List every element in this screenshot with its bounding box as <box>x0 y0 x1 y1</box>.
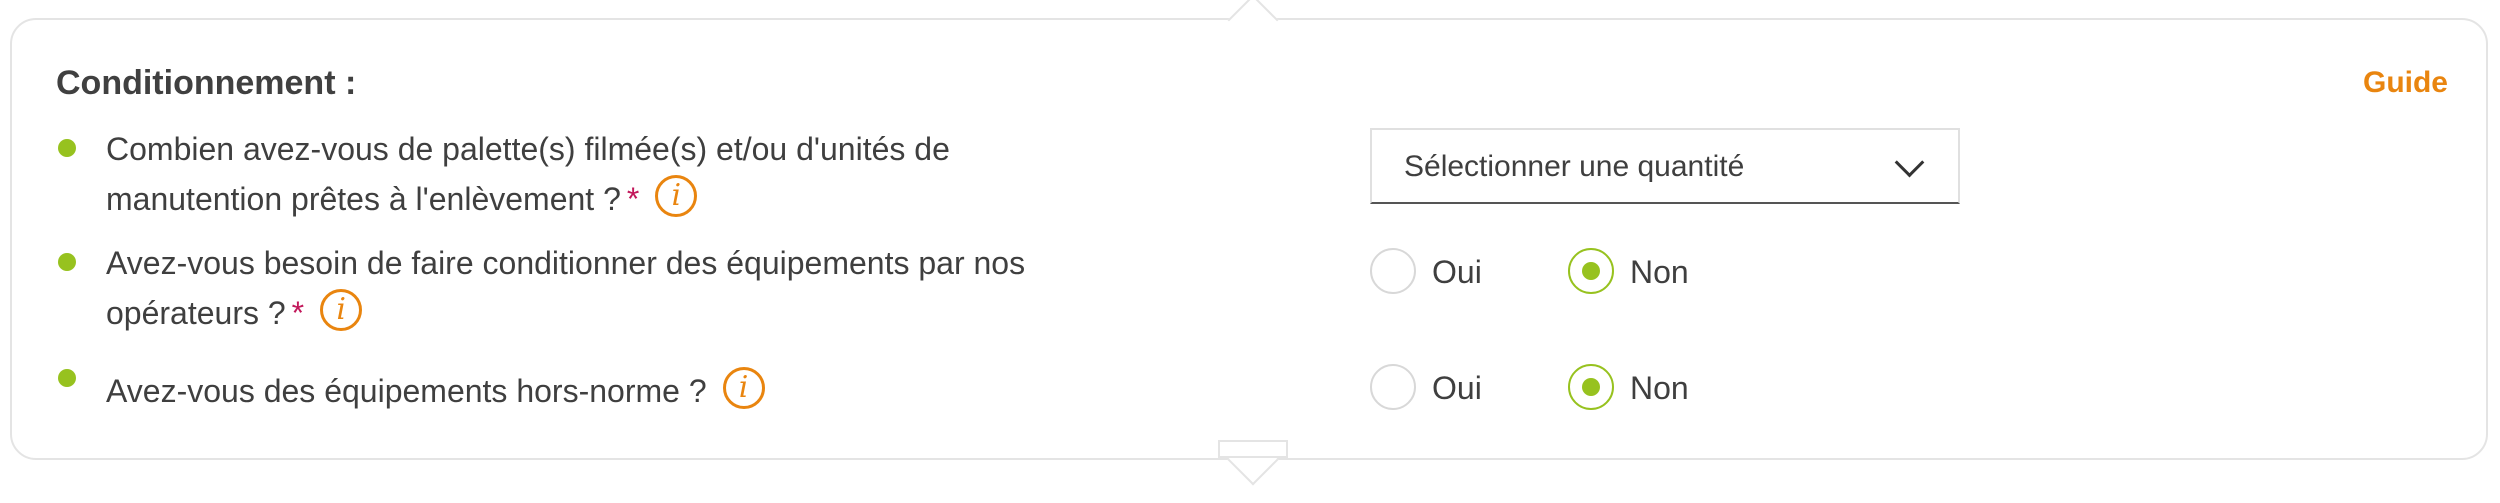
radio-conditionner-oui[interactable] <box>1370 248 1416 294</box>
quantity-select[interactable]: Sélectionner une quantité <box>1370 128 1960 204</box>
info-icon[interactable]: i <box>320 288 363 331</box>
bullet-icon <box>58 253 76 271</box>
chevron-down-icon <box>1894 147 1925 178</box>
required-marker: * <box>626 181 640 217</box>
radio-label-non: Non <box>1630 254 1689 290</box>
notch-cover <box>1218 440 1288 458</box>
radio-label-oui: Oui <box>1432 370 1482 406</box>
question-text: Avez-vous des équipements hors-norme ? <box>106 373 707 409</box>
radio-hors-norme-oui[interactable] <box>1370 364 1416 410</box>
required-marker: * <box>291 295 305 331</box>
question-text: Combien avez-vous de palette(s) filmée(s… <box>106 131 950 167</box>
question-hors-norme: Avez-vous des équipements hors-norme ? i <box>106 366 1106 416</box>
radio-conditionner-non[interactable] <box>1568 248 1614 294</box>
quantity-select-value: Sélectionner une quantité <box>1404 150 1745 183</box>
question-text: manutention prêtes à l'enlèvement ? <box>106 181 621 217</box>
section-title: Conditionnement : <box>56 64 357 102</box>
question-text: opérateurs ? <box>106 295 286 331</box>
radio-label-oui: Oui <box>1432 254 1482 290</box>
radio-selected-dot <box>1582 262 1600 280</box>
guide-link[interactable]: Guide <box>2363 66 2448 100</box>
question-palettes: Combien avez-vous de palette(s) filmée(s… <box>106 124 1106 224</box>
info-icon[interactable]: i <box>722 366 765 409</box>
radio-label-non: Non <box>1630 370 1689 406</box>
radio-selected-dot <box>1582 378 1600 396</box>
question-text: Avez-vous besoin de faire conditionner d… <box>106 245 1026 281</box>
info-icon[interactable]: i <box>655 174 698 217</box>
bullet-icon <box>58 139 76 157</box>
bullet-icon <box>58 369 76 387</box>
question-conditionner: Avez-vous besoin de faire conditionner d… <box>106 238 1106 338</box>
radio-hors-norme-non[interactable] <box>1568 364 1614 410</box>
